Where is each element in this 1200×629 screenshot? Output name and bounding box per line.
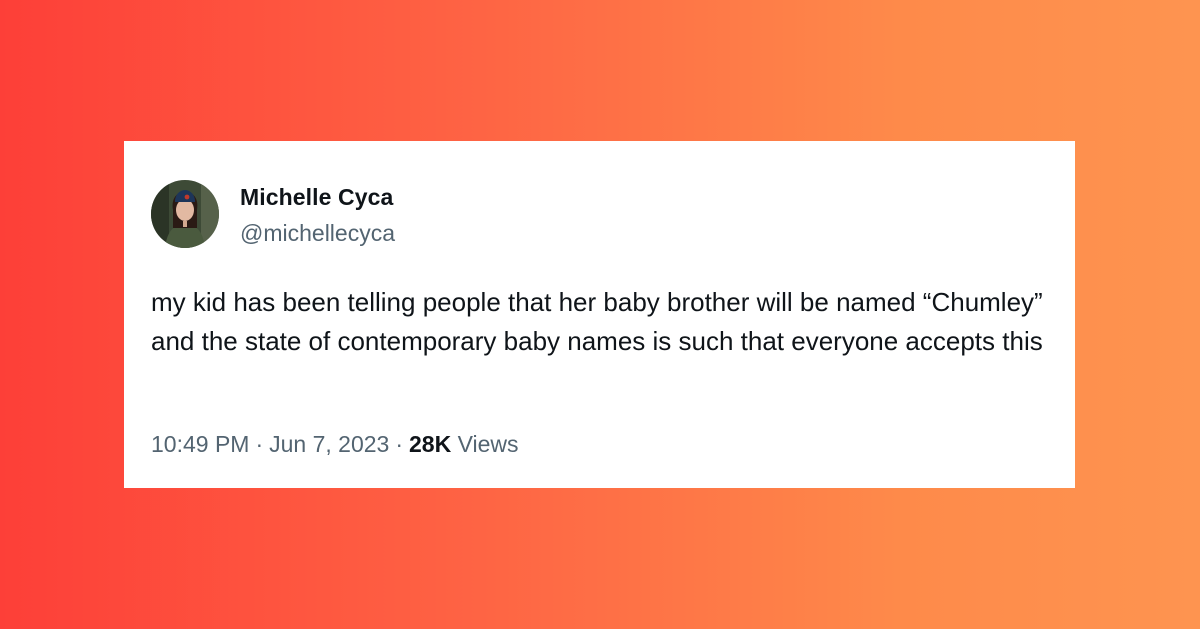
author-avatar[interactable] <box>151 180 219 248</box>
author-display-name[interactable]: Michelle Cyca <box>240 184 393 211</box>
tweet-date[interactable]: Jun 7, 2023 <box>269 431 389 457</box>
tweet-time[interactable]: 10:49 PM <box>151 431 249 457</box>
views-count[interactable]: 28K <box>409 431 451 457</box>
tweet-card: Michelle Cyca @michellecyca my kid has b… <box>124 141 1075 488</box>
views-label[interactable]: Views <box>458 431 519 457</box>
profile-photo-icon <box>151 180 219 248</box>
author-handle[interactable]: @michellecyca <box>240 220 395 247</box>
separator-dot: · <box>255 431 264 457</box>
separator-dot: · <box>395 431 404 457</box>
tweet-metadata: 10:49 PM · Jun 7, 2023 · 28K Views <box>151 431 519 458</box>
tweet-text: my kid has been telling people that her … <box>151 287 1043 356</box>
